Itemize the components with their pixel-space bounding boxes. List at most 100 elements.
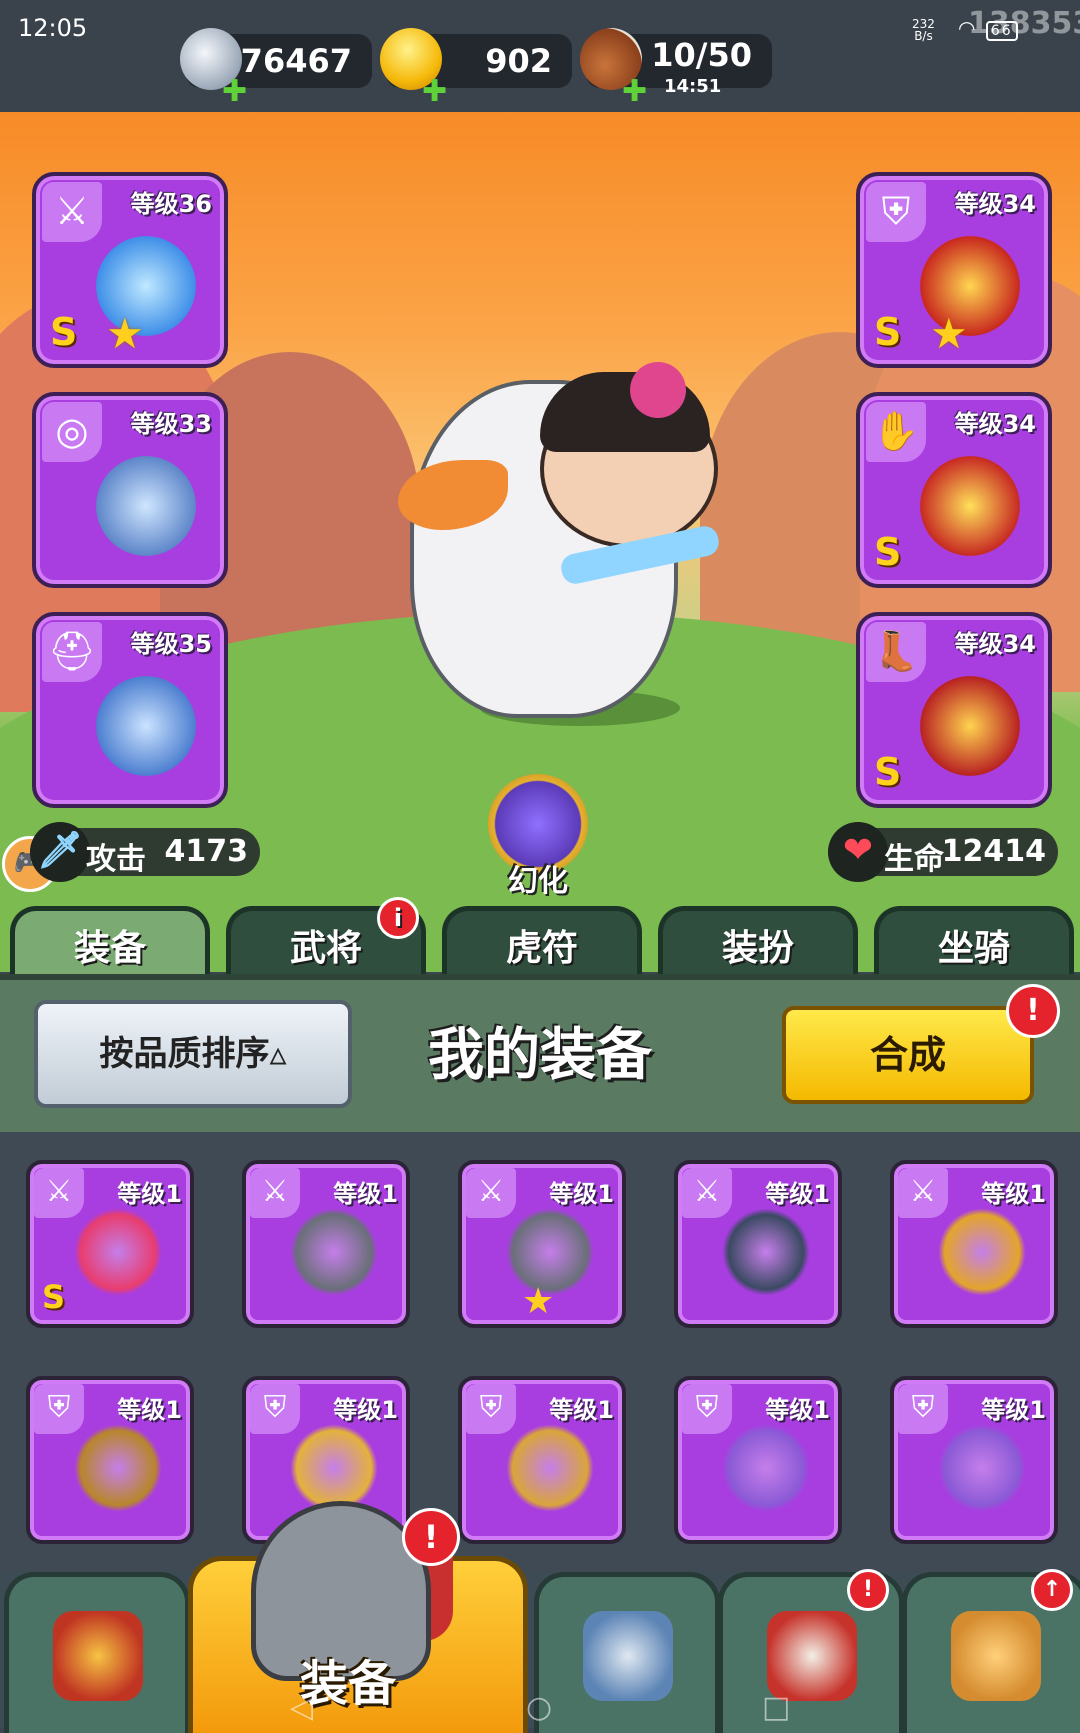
- inventory-item[interactable]: ⚔ 等级1: [242, 1160, 410, 1328]
- armor-icon: ⛨: [866, 182, 926, 242]
- gold-counter[interactable]: ✚ 902: [380, 28, 572, 109]
- shuriken-icon: [290, 1208, 378, 1296]
- grade-badge: S: [42, 1278, 66, 1316]
- grade-badge: S: [50, 310, 78, 354]
- sword-icon: ⚔: [42, 182, 102, 242]
- horn-icon: [767, 1611, 857, 1701]
- boot-icon: 👢: [866, 622, 926, 682]
- dragon-boots-icon: [920, 676, 1020, 776]
- add-stamina-icon[interactable]: ✚: [622, 74, 647, 109]
- armor-icon: ⛨: [250, 1384, 300, 1434]
- alert-badge: !: [1006, 984, 1060, 1038]
- attack-value: 4173: [164, 834, 249, 869]
- item-level: 等级1: [981, 1180, 1046, 1208]
- tab-label: 虎符: [505, 928, 578, 969]
- sort-label: 按品质排序: [99, 1034, 270, 1074]
- slot-level: 等级33: [130, 410, 212, 438]
- equip-slot-boots[interactable]: 👢 等级34 S: [856, 612, 1052, 808]
- tab-label: 装备: [73, 928, 146, 969]
- hp-stat: ❤ 生命 12414: [828, 822, 1058, 882]
- curved-blade-icon: [74, 1208, 162, 1296]
- item-level: 等级1: [117, 1180, 182, 1208]
- bronze-armor-icon: [74, 1424, 162, 1512]
- sword-icon: ⚔: [34, 1168, 84, 1218]
- ornate-armor-icon: [722, 1424, 810, 1512]
- slot-level: 等级35: [130, 630, 212, 658]
- sword-icon: ⚔: [898, 1168, 948, 1218]
- star-icon: ★: [522, 1281, 555, 1322]
- wifi-icon: ◠: [958, 16, 978, 40]
- sword-icon: ⚔: [682, 1168, 732, 1218]
- recents-icon[interactable]: □: [762, 1690, 790, 1725]
- equip-slot-accessory[interactable]: ◎ 等级33: [32, 392, 228, 588]
- gauntlet-icon: ✋: [866, 402, 926, 462]
- inventory-item[interactable]: ⚔ 等级1 S: [26, 1160, 194, 1328]
- item-level: 等级1: [333, 1396, 398, 1424]
- equip-slot-helmet[interactable]: ⛑ 等级35: [32, 612, 228, 808]
- inventory-item[interactable]: ⛨ 等级1: [890, 1376, 1058, 1544]
- sort-arrow-icon: ▵: [269, 1034, 287, 1074]
- transform-label[interactable]: 幻化: [470, 856, 606, 900]
- tab-generals[interactable]: 武将 i: [226, 897, 426, 983]
- item-level: 等级1: [765, 1396, 830, 1424]
- alert-badge: !: [402, 1508, 460, 1566]
- sword-icon: ⚔: [466, 1168, 516, 1218]
- inventory-item[interactable]: ⛨ 等级1: [674, 1376, 842, 1544]
- add-gold-icon[interactable]: ✚: [422, 74, 447, 109]
- stamina-value: 10/50: [651, 36, 752, 74]
- tab-tiger-tally[interactable]: 虎符: [442, 906, 642, 983]
- attack-label: 攻击: [86, 842, 146, 877]
- inventory-item[interactable]: ⚔ 等级1 ★: [458, 1160, 626, 1328]
- sword-icon: ⚔: [250, 1168, 300, 1218]
- system-icons: ◠ 66: [958, 16, 1018, 41]
- golden-armor-icon: [506, 1424, 594, 1512]
- medal-icon: ◎: [42, 402, 102, 462]
- tab-outfit[interactable]: 装扮: [658, 906, 858, 983]
- inventory-item[interactable]: ⚔ 等级1: [674, 1160, 842, 1328]
- upgrade-badge: ↑: [1031, 1569, 1073, 1611]
- dragon-gauntlet-icon: [920, 456, 1020, 556]
- slot-level: 等级34: [954, 190, 1036, 218]
- star-icon: ★: [106, 309, 144, 358]
- tab-mount[interactable]: 坐骑: [874, 906, 1074, 983]
- panel-title: 我的装备: [428, 1023, 652, 1088]
- sort-by-quality-button[interactable]: 按品质排序▵: [34, 1000, 352, 1108]
- golden-armor-icon: [290, 1424, 378, 1512]
- network-speed: 232 B/s: [912, 18, 935, 42]
- slot-level: 等级34: [954, 410, 1036, 438]
- merge-button[interactable]: 合成 !: [782, 984, 1060, 1104]
- golden-gun-icon: [938, 1208, 1026, 1296]
- status-clock: 12:05: [18, 14, 88, 42]
- inventory-item[interactable]: ⚔ 等级1: [890, 1160, 1058, 1328]
- home-icon[interactable]: ○: [526, 1690, 552, 1725]
- tab-label: 装扮: [721, 928, 794, 969]
- slot-level: 等级34: [954, 630, 1036, 658]
- attack-stat: 🗡 攻击 4173: [30, 822, 260, 882]
- slot-level: 等级36: [130, 190, 212, 218]
- stamina-timer: 14:51: [664, 76, 722, 97]
- back-icon[interactable]: ◁: [290, 1690, 313, 1725]
- inventory-item[interactable]: ⛨ 等级1: [458, 1376, 626, 1544]
- tab-equipment[interactable]: 装备: [10, 906, 210, 983]
- inventory-item[interactable]: ⛨ 等级1: [26, 1376, 194, 1544]
- coin-counter[interactable]: ✚ 76467: [180, 28, 372, 109]
- gold-value: 902: [485, 42, 552, 80]
- equip-slot-gloves[interactable]: ✋ 等级34 S: [856, 392, 1052, 588]
- equip-slot-weapon[interactable]: ⚔ 等级36 S ★: [32, 172, 228, 368]
- ornate-armor-icon: [938, 1424, 1026, 1512]
- amulet-icon: [96, 456, 196, 556]
- network-speed-unit: B/s: [914, 29, 933, 43]
- hero-hair-bun: [630, 362, 686, 418]
- alert-badge: !: [847, 1569, 889, 1611]
- hp-value: 12414: [941, 834, 1046, 869]
- crossed-swords-icon: [583, 1611, 673, 1701]
- grade-badge: S: [874, 530, 902, 574]
- equip-slot-armor[interactable]: ⛨ 等级34 S ★: [856, 172, 1052, 368]
- item-level: 等级1: [765, 1180, 830, 1208]
- grade-badge: S: [874, 750, 902, 794]
- item-level: 等级1: [549, 1396, 614, 1424]
- info-badge: i: [377, 897, 419, 939]
- tab-label: 武将: [289, 928, 362, 969]
- tab-label: 坐骑: [937, 928, 1010, 969]
- hp-label: 生命: [884, 842, 944, 877]
